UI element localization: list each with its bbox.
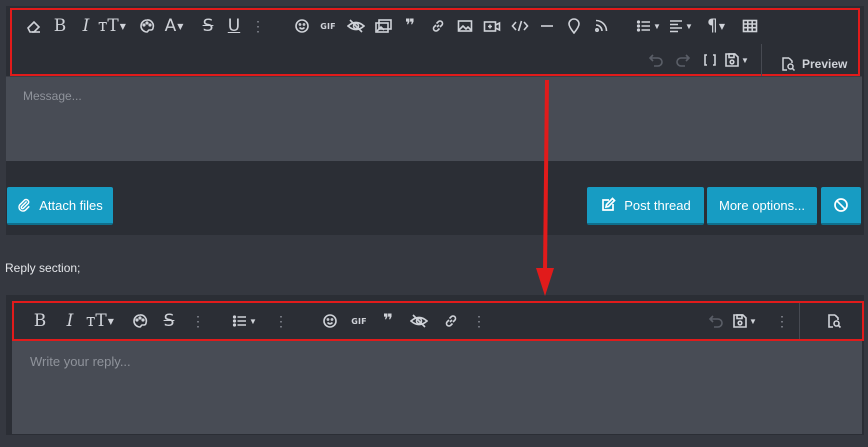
preview-button[interactable]: Preview	[780, 52, 847, 76]
italic-icon[interactable]: I	[58, 309, 82, 333]
reply-input[interactable]: Write your reply...	[12, 341, 862, 434]
annotation-arrow	[536, 79, 554, 296]
quote-icon[interactable]: ❞	[376, 309, 400, 333]
list-icon[interactable]: ▼	[636, 14, 661, 38]
smile-icon[interactable]	[290, 14, 314, 38]
more-options-button[interactable]: More options...	[707, 187, 817, 225]
brackets-icon[interactable]	[698, 48, 722, 72]
post-thread-button[interactable]: Post thread	[587, 187, 704, 225]
attach-files-button[interactable]: Attach files	[7, 187, 113, 225]
gif-icon[interactable]: GIF	[316, 14, 340, 38]
font-icon[interactable]: A ▼	[162, 14, 186, 38]
drafts-icon[interactable]: ▼	[732, 309, 757, 333]
editor-toolbar: B I тT ▼ A ▼ S U ⋮ GIF ❞ ▼ ▼ ¶ ▼ ▼ Previ…	[10, 8, 860, 76]
italic-icon[interactable]: I	[74, 14, 98, 38]
more-icon[interactable]: ⋮	[770, 309, 794, 333]
reply-placeholder: Write your reply...	[30, 354, 131, 369]
edit-icon	[602, 197, 616, 211]
reply-toolbar: B I тT ▼ S ⋮ ▼ ⋮ GIF ❞ ⋮ ▼ ⋮	[12, 301, 864, 341]
palette-icon[interactable]	[135, 14, 159, 38]
video-icon[interactable]	[480, 14, 504, 38]
hr-icon[interactable]	[535, 14, 559, 38]
strikethrough-icon[interactable]: S	[196, 14, 220, 38]
bold-icon[interactable]: B	[28, 309, 52, 333]
spoiler-icon[interactable]	[407, 309, 431, 333]
smile-icon[interactable]	[318, 309, 342, 333]
image-icon[interactable]	[453, 14, 477, 38]
toolbar-divider	[799, 303, 800, 339]
align-icon[interactable]: ▼	[668, 14, 693, 38]
reply-section-label: Reply section;	[5, 261, 81, 275]
preview-icon	[782, 57, 796, 72]
bold-icon[interactable]: B	[48, 14, 72, 38]
message-input[interactable]: Message...	[6, 76, 862, 161]
text-size-icon[interactable]: тT ▼	[98, 14, 126, 38]
spoiler-icon[interactable]	[344, 14, 368, 38]
text-size-icon[interactable]: тT ▼	[86, 309, 114, 333]
drafts-icon[interactable]: ▼	[724, 48, 749, 72]
link-icon[interactable]	[426, 14, 450, 38]
more-icon[interactable]: ⋮	[186, 309, 210, 333]
redo-icon[interactable]	[671, 48, 695, 72]
link-icon[interactable]	[439, 309, 463, 333]
preview-icon[interactable]	[822, 309, 846, 333]
paperclip-icon	[18, 198, 30, 212]
undo-icon[interactable]	[704, 309, 728, 333]
eraser-icon[interactable]	[22, 14, 46, 38]
media-icon[interactable]	[372, 14, 396, 38]
rss-icon[interactable]	[589, 14, 613, 38]
palette-icon[interactable]	[128, 309, 152, 333]
code-icon[interactable]	[508, 14, 532, 38]
more-icon[interactable]: ⋮	[246, 14, 270, 38]
map-pin-icon[interactable]	[562, 14, 586, 38]
more-icon[interactable]: ⋮	[269, 309, 293, 333]
cancel-button[interactable]	[821, 187, 861, 225]
table-icon[interactable]	[738, 14, 762, 38]
paragraph-icon[interactable]: ¶ ▼	[704, 14, 728, 38]
gif-icon[interactable]: GIF	[347, 309, 371, 333]
ban-icon	[834, 198, 848, 212]
strikethrough-icon[interactable]: S	[157, 309, 181, 333]
list-icon[interactable]: ▼	[232, 309, 257, 333]
undo-icon[interactable]	[644, 48, 668, 72]
message-placeholder: Message...	[23, 89, 82, 103]
preview-label: Preview	[802, 57, 848, 71]
more-options-label: More options...	[719, 197, 805, 213]
toolbar-divider	[761, 44, 762, 76]
attach-files-label: Attach files	[39, 197, 103, 213]
more-icon[interactable]: ⋮	[467, 309, 491, 333]
underline-icon[interactable]: U	[222, 14, 246, 38]
post-thread-label: Post thread	[624, 197, 691, 213]
quote-icon[interactable]: ❞	[398, 14, 422, 38]
